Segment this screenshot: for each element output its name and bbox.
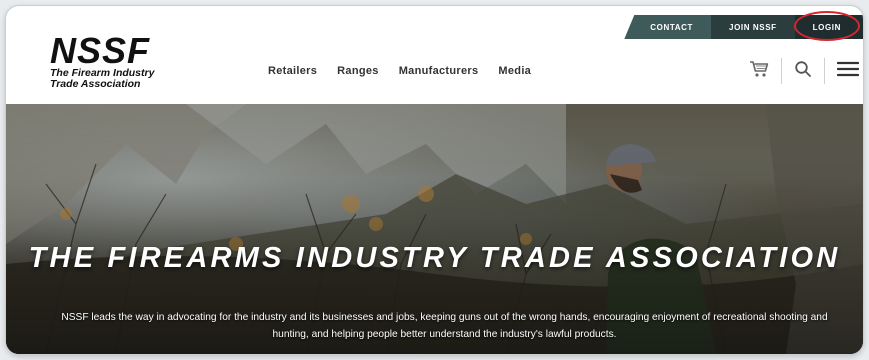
join-nssf-link[interactable]: JOIN NSSF [711, 15, 795, 39]
nssf-logo[interactable]: NSSF The Firearm Industry Trade Associat… [50, 30, 154, 90]
nav-item-media[interactable]: Media [498, 65, 531, 77]
hero-subtext: NSSF leads the way in advocating for the… [61, 312, 828, 340]
hero-headline: THE FIREARMS INDUSTRY TRADE ASSOCIATION [28, 242, 841, 274]
contact-link[interactable]: CONTACT [624, 15, 712, 39]
nav-item-retailers[interactable]: Retailers [268, 65, 317, 77]
logo-mark: NSSF [50, 30, 151, 71]
divider [781, 58, 782, 84]
header-tools [749, 58, 860, 84]
cart-icon[interactable] [749, 60, 769, 83]
nav-item-manufacturers[interactable]: Manufacturers [399, 65, 479, 77]
login-highlight-circle [794, 11, 860, 41]
browser-frame: CONTACT JOIN NSSF LOGIN NSSF The Firearm… [5, 5, 864, 355]
hero-banner: THE FIREARMS INDUSTRY TRADE ASSOCIATION … [6, 104, 863, 354]
hamburger-menu-icon[interactable] [836, 60, 860, 83]
search-icon[interactable] [794, 60, 812, 83]
main-nav: Retailers Ranges Manufacturers Media [268, 65, 531, 77]
divider [824, 58, 825, 84]
nav-item-ranges[interactable]: Ranges [337, 65, 379, 77]
logo-tagline-line2: Trade Association [50, 78, 141, 90]
